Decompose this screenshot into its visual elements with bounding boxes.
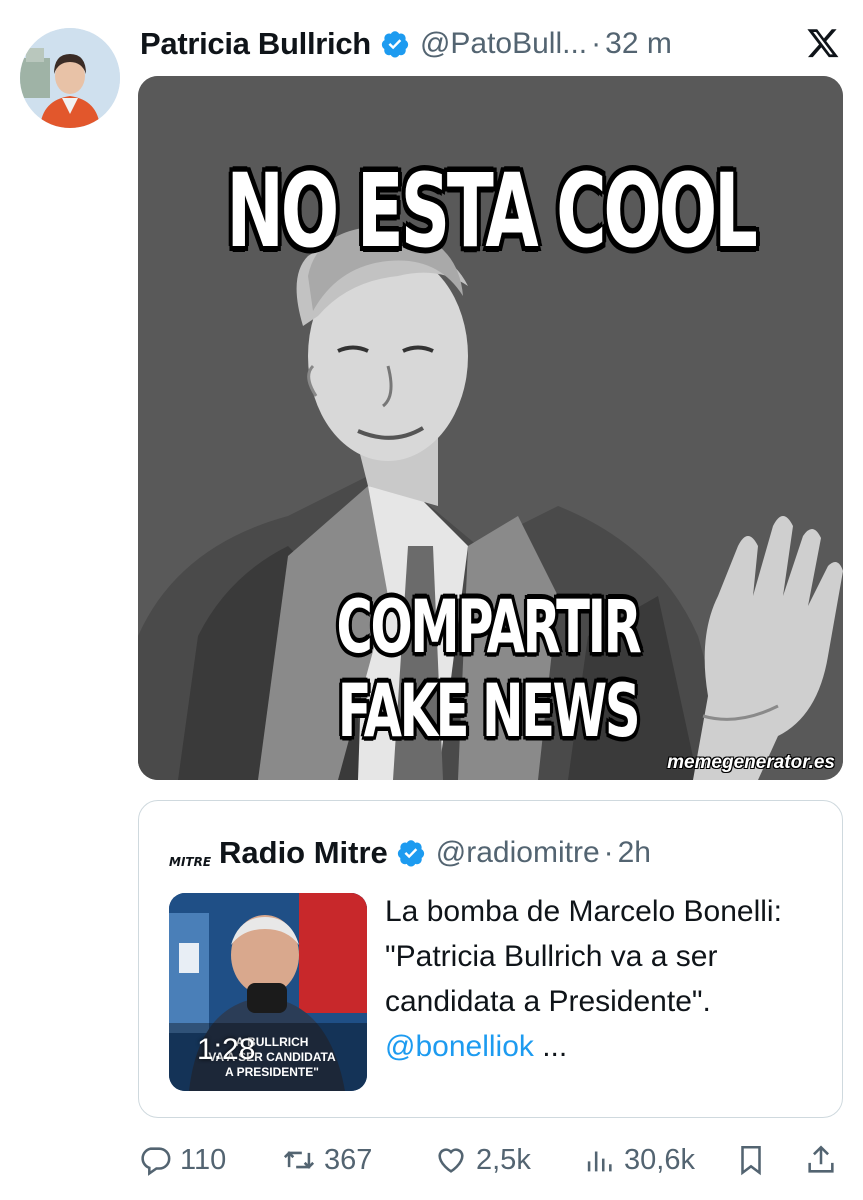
reply-icon <box>141 1147 171 1176</box>
video-duration: 1:28 <box>197 1033 256 1066</box>
author-name[interactable]: Patricia Bullrich <box>140 26 371 62</box>
author-handle[interactable]: @PatoBull... <box>420 27 587 61</box>
verified-badge-icon <box>397 840 424 867</box>
tweet-action-bar: 110 367 2,5k 30,6k <box>138 1136 848 1184</box>
like-button[interactable]: 2,5k <box>434 1136 531 1184</box>
separator-dot: · <box>603 836 614 869</box>
like-icon <box>438 1148 464 1173</box>
tweet-header: Patricia Bullrich @PatoBull... · 32 m <box>140 24 672 64</box>
share-icon <box>808 1145 834 1173</box>
tweet-time[interactable]: 32 m <box>605 27 672 61</box>
bookmark-icon <box>741 1145 761 1176</box>
quoted-tweet-card[interactable]: MITRE Radio Mitre @radiomitre · 2h A BUL… <box>138 800 843 1118</box>
radio-mitre-logo-text: MITRE <box>169 855 212 869</box>
views-icon <box>587 1151 612 1172</box>
repost-icon <box>283 1151 315 1169</box>
author-avatar[interactable] <box>20 28 120 128</box>
mention-link[interactable]: @bonelliok <box>385 1030 534 1063</box>
x-logo-icon <box>807 29 839 58</box>
meme-bottom-caption-line-2: FAKE NEWS <box>337 667 641 754</box>
meme-watermark: memegenerator.es <box>667 752 835 773</box>
repost-button[interactable]: 367 <box>282 1136 372 1184</box>
views-button[interactable]: 30,6k <box>582 1136 695 1184</box>
thumbnail-caption-line-3: A PRESIDENTE" <box>225 1065 319 1079</box>
quoted-author-name[interactable]: Radio Mitre <box>219 835 388 871</box>
views-count: 30,6k <box>624 1143 695 1176</box>
share-button[interactable] <box>804 1136 838 1184</box>
video-thumbnail[interactable]: A BULLRICH VA A SER CANDIDATA A PRESIDEN… <box>169 893 367 1091</box>
radio-mitre-avatar[interactable]: MITRE <box>169 837 213 869</box>
bookmark-button[interactable] <box>734 1136 768 1184</box>
like-count: 2,5k <box>476 1143 531 1176</box>
quoted-tweet-time[interactable]: 2h <box>618 836 651 870</box>
verified-badge-icon <box>381 31 409 58</box>
repost-count: 367 <box>324 1143 373 1176</box>
quoted-tweet-header: MITRE Radio Mitre @radiomitre · 2h <box>169 831 651 875</box>
avatar-image <box>20 28 120 128</box>
quoted-tweet-body: La bomba de Marcelo Bonelli: "Patricia B… <box>385 895 782 1018</box>
quoted-author-handle[interactable]: @radiomitre <box>436 836 600 870</box>
truncation-ellipsis: ... <box>533 1030 568 1063</box>
quoted-tweet-text: La bomba de Marcelo Bonelli: "Patricia B… <box>385 889 825 1069</box>
reply-count: 110 <box>180 1143 227 1176</box>
reply-button[interactable]: 110 <box>138 1136 226 1184</box>
separator-dot: · <box>591 27 602 60</box>
meme-top-caption: NO ESTA COOL <box>226 153 757 271</box>
meme-bottom-caption-line-1: COMPARTIR <box>336 583 642 670</box>
meme-image[interactable]: NO ESTA COOL COMPARTIR FAKE NEWS memegen… <box>138 76 843 780</box>
